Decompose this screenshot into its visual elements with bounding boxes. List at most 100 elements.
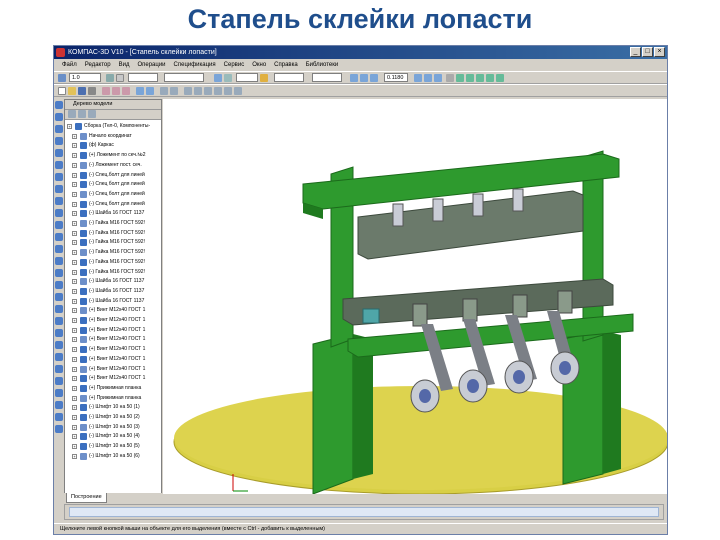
expand-icon[interactable]: + (72, 298, 77, 304)
macro-icon[interactable] (55, 389, 63, 397)
expand-icon[interactable]: + (72, 337, 77, 343)
expand-icon[interactable]: + (72, 250, 77, 256)
menu-help[interactable]: Справка (270, 60, 302, 71)
expand-icon[interactable]: + (72, 356, 77, 362)
expand-icon[interactable]: + (72, 201, 77, 207)
model-viewport[interactable] (163, 99, 667, 494)
cut-icon[interactable] (102, 87, 110, 95)
expand-icon[interactable]: + (72, 405, 77, 411)
close-button[interactable]: × (654, 47, 665, 57)
expand-icon[interactable]: + (67, 124, 72, 129)
expand-icon[interactable]: + (72, 143, 77, 149)
zoom-out-icon[interactable] (370, 74, 378, 82)
layer-combo[interactable] (164, 73, 204, 82)
menu-file[interactable]: Файл (58, 60, 81, 71)
weld-icon[interactable] (55, 329, 63, 337)
extrude-icon[interactable] (55, 173, 63, 181)
section-icon[interactable] (55, 257, 63, 265)
help-icon[interactable] (234, 87, 242, 95)
print-icon[interactable] (88, 87, 96, 95)
expand-icon[interactable]: + (72, 279, 77, 285)
menu-operations[interactable]: Операции (133, 60, 169, 71)
expand-icon[interactable]: + (72, 153, 77, 159)
cursor-icon[interactable] (58, 74, 66, 82)
minimize-button[interactable]: _ (630, 47, 641, 57)
expand-icon[interactable]: + (72, 162, 77, 168)
assembly-model-view[interactable] (163, 99, 667, 494)
shaded-icon[interactable] (476, 74, 484, 82)
edit-assembly-icon[interactable] (55, 101, 63, 109)
view-combo[interactable] (312, 73, 342, 82)
sheet-metal-icon[interactable] (55, 365, 63, 373)
orientation-icon[interactable] (446, 74, 454, 82)
add-component-icon[interactable] (55, 113, 63, 121)
expand-icon[interactable]: + (72, 182, 77, 188)
step-combo[interactable] (236, 73, 258, 82)
variables-icon[interactable] (184, 87, 192, 95)
layer-icon[interactable] (116, 74, 124, 82)
copy-icon[interactable] (112, 87, 120, 95)
tree-filter-icon[interactable] (78, 110, 86, 118)
maximize-button[interactable]: □ (642, 47, 653, 57)
menu-specification[interactable]: Спецификация (170, 60, 220, 71)
menu-libraries[interactable]: Библиотеки (302, 60, 343, 71)
expand-icon[interactable]: + (72, 259, 77, 265)
hidden-lines-icon[interactable] (466, 74, 474, 82)
surface-icon[interactable] (55, 341, 63, 349)
zoom-all-icon[interactable] (414, 74, 422, 82)
tree-order-icon[interactable] (88, 110, 96, 118)
expand-icon[interactable]: + (72, 318, 77, 323)
select-icon[interactable] (55, 305, 63, 313)
curve-icon[interactable] (55, 353, 63, 361)
expand-icon[interactable]: + (72, 221, 77, 226)
tree-structure-icon[interactable] (68, 110, 76, 118)
expand-icon[interactable]: + (72, 395, 77, 401)
redo-icon[interactable] (146, 87, 154, 95)
zoom-in-icon[interactable] (350, 74, 358, 82)
pan-icon[interactable] (424, 74, 432, 82)
spec-icon[interactable] (55, 281, 63, 289)
attributes-icon[interactable] (55, 401, 63, 409)
plane-icon[interactable] (55, 233, 63, 241)
rotate-component-icon[interactable] (55, 149, 63, 157)
pipe-icon[interactable] (55, 377, 63, 385)
wireframe-icon[interactable] (456, 74, 464, 82)
tab-construction[interactable]: Построение (66, 493, 107, 503)
rotate-icon[interactable] (434, 74, 442, 82)
window-titlebar[interactable]: КОМПАС-3D V10 - [Стапель склейки лопасти… (54, 46, 667, 59)
expand-icon[interactable]: + (72, 172, 77, 178)
perspective-icon[interactable] (496, 74, 504, 82)
expand-icon[interactable]: + (72, 133, 77, 139)
fasteners-icon[interactable] (55, 317, 63, 325)
cut-extrude-icon[interactable] (55, 185, 63, 193)
ortho-icon[interactable] (224, 74, 232, 82)
explode-icon[interactable] (55, 425, 63, 433)
zoom-combo[interactable]: 0.1180 (384, 73, 408, 82)
undo-icon[interactable] (136, 87, 144, 95)
save-icon[interactable] (78, 87, 86, 95)
collision-icon[interactable] (55, 413, 63, 421)
axis-icon[interactable] (55, 245, 63, 253)
open-icon[interactable] (68, 87, 76, 95)
report-icon[interactable] (55, 293, 63, 301)
menu-view[interactable]: Вид (115, 60, 134, 71)
menu-service[interactable]: Сервис (220, 60, 249, 71)
manager-icon[interactable] (170, 87, 178, 95)
expand-icon[interactable]: + (72, 415, 77, 420)
expand-icon[interactable]: + (72, 240, 77, 246)
hole-icon[interactable] (55, 197, 63, 205)
sketch-icon[interactable] (55, 161, 63, 169)
expand-icon[interactable]: + (72, 191, 77, 197)
paste-icon[interactable] (122, 87, 130, 95)
measure-icon[interactable] (214, 87, 222, 95)
measure-tool-icon[interactable] (55, 269, 63, 277)
expand-icon[interactable]: + (72, 211, 77, 217)
libraries-icon[interactable] (194, 87, 202, 95)
mirror-icon[interactable] (55, 221, 63, 229)
expand-icon[interactable]: + (72, 453, 77, 459)
move-component-icon[interactable] (55, 137, 63, 145)
array-icon[interactable] (55, 209, 63, 217)
expand-icon[interactable]: + (72, 347, 77, 353)
expand-icon[interactable]: + (72, 308, 77, 314)
expand-icon[interactable]: + (72, 366, 77, 372)
